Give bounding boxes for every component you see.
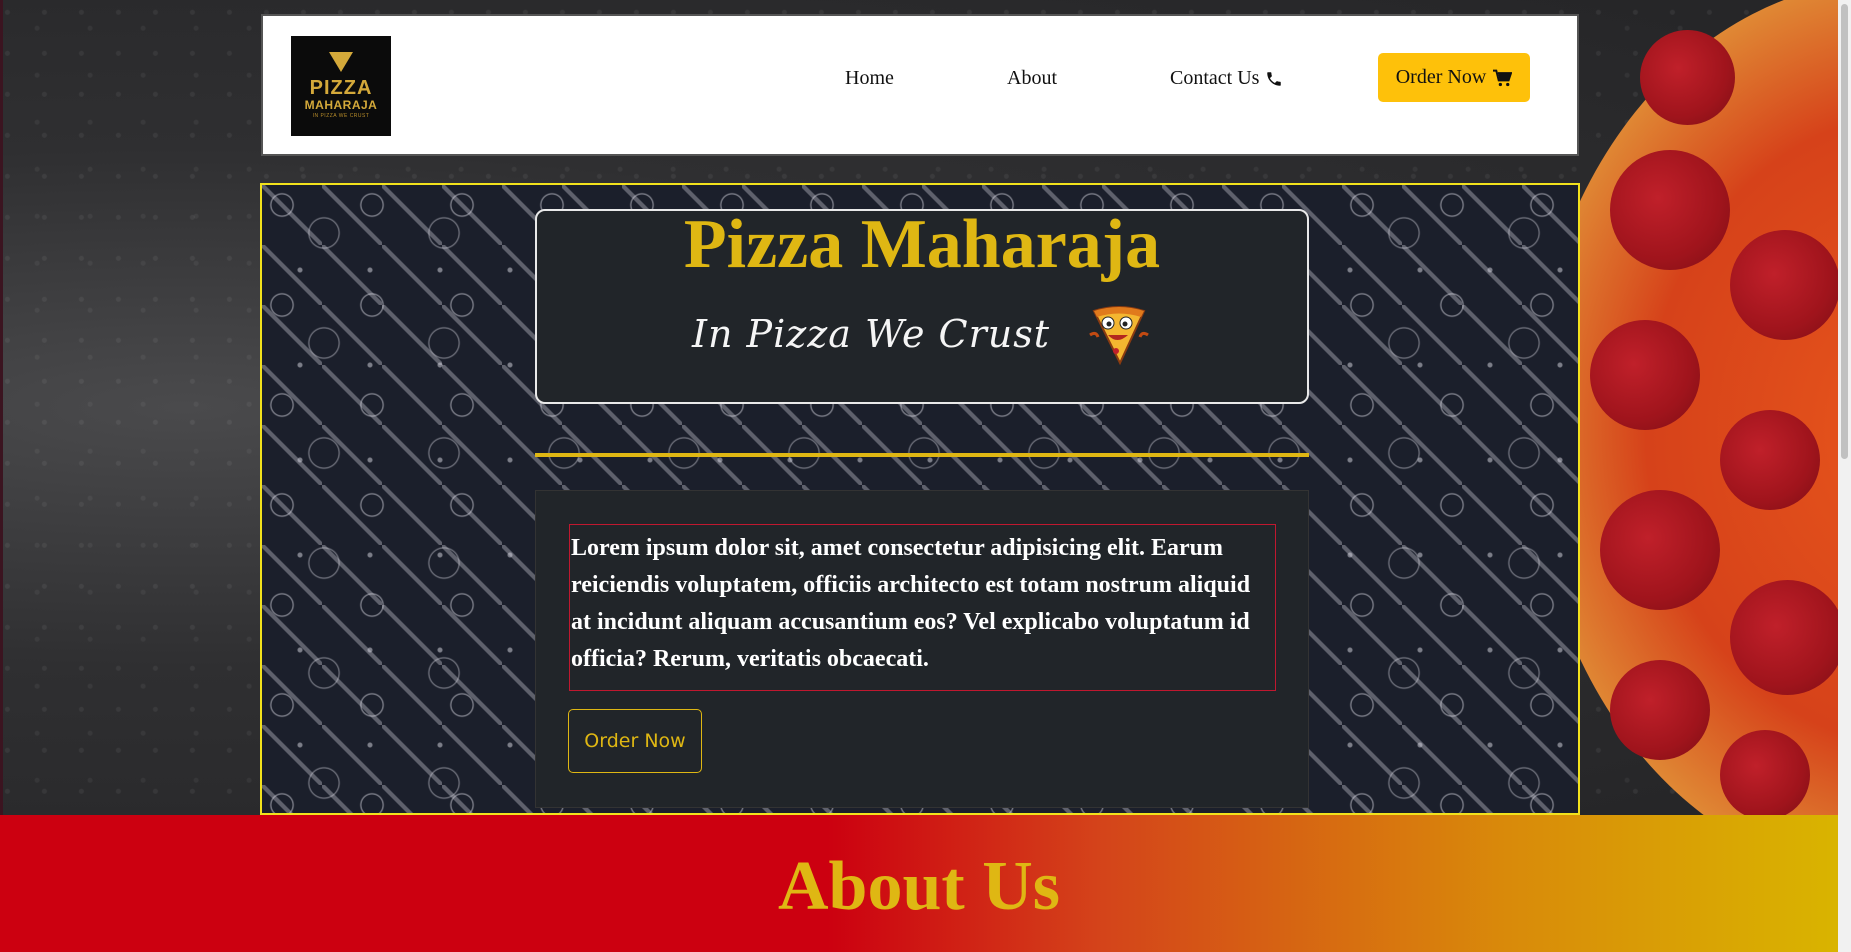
about-section: About Us bbox=[0, 815, 1838, 952]
pizza-slice-icon bbox=[329, 52, 353, 72]
cart-icon bbox=[1493, 69, 1513, 86]
hero-text-card: Lorem ipsum dolor sit, amet consectetur … bbox=[535, 490, 1309, 808]
hero-section: Pizza Maharaja In Pizza We Crust Lorem i… bbox=[260, 183, 1580, 815]
hero-description-box: Lorem ipsum dolor sit, amet consectetur … bbox=[569, 524, 1276, 691]
hero-order-now-button[interactable]: Order Now bbox=[568, 709, 702, 773]
pizza-slice-mascot-icon bbox=[1089, 306, 1149, 366]
brand-logo[interactable]: PIZZA MAHARAJA IN PIZZA WE CRUST bbox=[291, 36, 391, 136]
nav-link-contact[interactable]: Contact Us bbox=[1170, 67, 1283, 90]
hero-description: Lorem ipsum dolor sit, amet consectetur … bbox=[571, 535, 1251, 672]
tagline-row: In Pizza We Crust bbox=[537, 301, 1307, 367]
logo-tagline: IN PIZZA WE CRUST bbox=[312, 113, 370, 119]
hero-title: Pizza Maharaja bbox=[683, 206, 1161, 283]
order-now-label: Order Now bbox=[1395, 66, 1487, 88]
logo-text-pizza: PIZZA bbox=[309, 77, 373, 99]
about-title: About Us bbox=[777, 848, 1061, 925]
nav-link-home[interactable]: Home bbox=[845, 67, 894, 90]
scrollbar-thumb[interactable] bbox=[1841, 4, 1848, 459]
navbar: PIZZA MAHARAJA IN PIZZA WE CRUST Home Ab… bbox=[261, 14, 1579, 156]
nav-about-label: About bbox=[1007, 67, 1057, 89]
nav-contact-label: Contact Us bbox=[1170, 67, 1260, 89]
logo-text-maharaja: MAHARAJA bbox=[304, 98, 378, 112]
page-edge bbox=[0, 0, 3, 815]
hero-divider bbox=[535, 453, 1309, 457]
vertical-scrollbar[interactable] bbox=[1838, 0, 1851, 952]
phone-icon bbox=[1267, 71, 1282, 86]
order-now-button[interactable]: Order Now bbox=[1378, 53, 1530, 102]
hero-tagline: In Pizza We Crust bbox=[691, 312, 1051, 356]
nav-link-about[interactable]: About bbox=[1007, 67, 1057, 90]
nav-home-label: Home bbox=[845, 67, 894, 89]
hero-title-card: Pizza Maharaja In Pizza We Crust bbox=[535, 206, 1309, 404]
